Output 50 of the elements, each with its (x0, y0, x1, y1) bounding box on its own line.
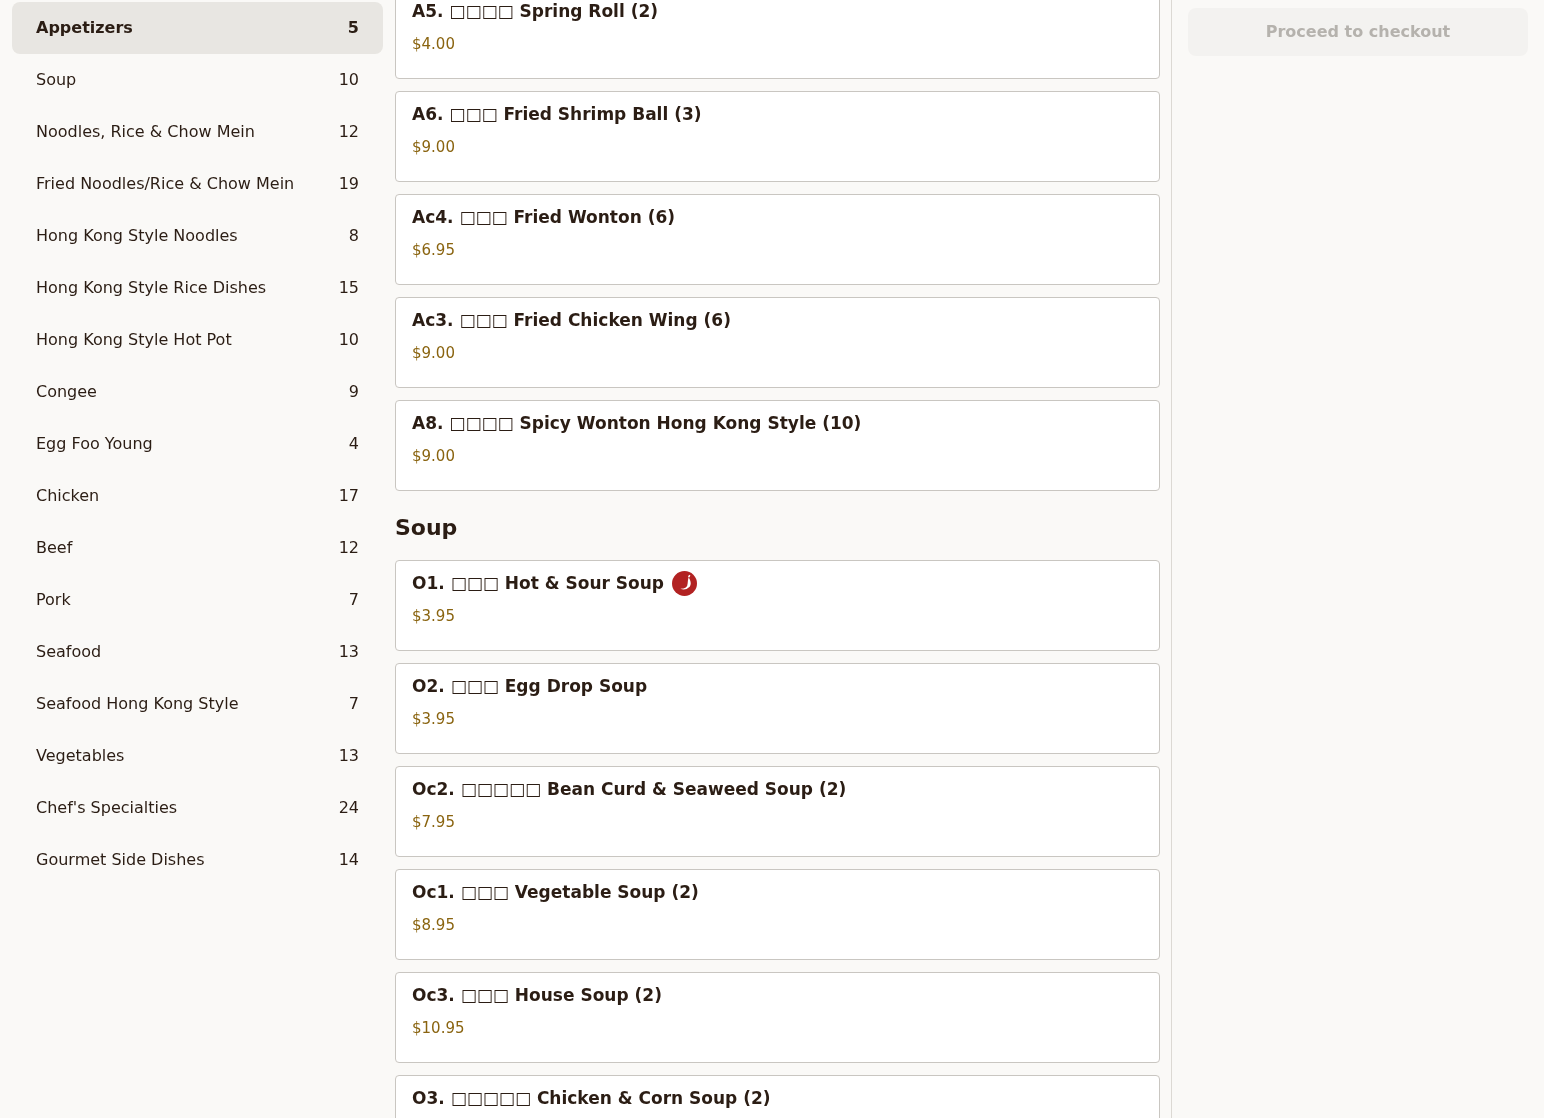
item-name: O2. □□□ Egg Drop Soup (412, 675, 648, 698)
menu-item-card[interactable]: A8. □□□□ Spicy Wonton Hong Kong Style (10) $9.00 (395, 400, 1160, 491)
category-item[interactable]: Appetizers 5 (12, 2, 383, 54)
item-name: A8. □□□□ Spicy Wonton Hong Kong Style (10) (412, 412, 862, 435)
category-item[interactable]: Hong Kong Style Rice Dishes 15 (12, 262, 383, 314)
category-item[interactable]: Soup 10 (12, 54, 383, 106)
item-price: $3.95 (412, 708, 456, 730)
menu-item-card[interactable]: Ac4. □□□ Fried Wonton (6) $6.95 (395, 194, 1160, 285)
category-item[interactable]: Chef's Specialties 24 (12, 782, 383, 834)
category-item[interactable]: Fried Noodles/Rice & Chow Mein 19 (12, 158, 383, 210)
item-name: O3. □□□□□ Chicken & Corn Soup (2) (412, 1087, 771, 1110)
category-item[interactable]: Vegetables 13 (12, 730, 383, 782)
category-item[interactable]: Seafood 13 (12, 626, 383, 678)
item-name: Oc2. □□□□□ Bean Curd & Seaweed Soup (2) (412, 778, 847, 801)
category-item[interactable]: Seafood Hong Kong Style 7 (12, 678, 383, 730)
item-price: $3.95 (412, 605, 456, 627)
category-item[interactable]: Hong Kong Style Hot Pot 10 (12, 314, 383, 366)
category-item[interactable]: Congee 9 (12, 366, 383, 418)
item-name: O1. □□□ Hot & Sour Soup (412, 572, 664, 595)
item-name: Ac4. □□□ Fried Wonton (6) (412, 206, 676, 229)
menu-item-card[interactable]: Oc2. □□□□□ Bean Curd & Seaweed Soup (2) $7.95 (395, 766, 1160, 857)
item-price: $10.95 (412, 1017, 466, 1039)
category-item[interactable]: Egg Foo Young 4 (12, 418, 383, 470)
item-price: $9.00 (412, 342, 456, 364)
item-price: $4.00 (412, 33, 456, 55)
category-item[interactable]: Chicken 17 (12, 470, 383, 522)
menu-item-card[interactable]: Ac3. □□□ Fried Chicken Wing (6) $9.00 (395, 297, 1160, 388)
item-name: A5. □□□□ Spring Roll (2) (412, 0, 659, 23)
category-item[interactable]: Beef 12 (12, 522, 383, 574)
section-title: Soup (395, 514, 459, 542)
menu-item-card[interactable]: Oc1. □□□ Vegetable Soup (2) $8.95 (395, 869, 1160, 960)
category-item[interactable]: Noodles, Rice & Chow Mein 12 (12, 106, 383, 158)
category-item[interactable]: Pork 7 (12, 574, 383, 626)
item-name: Oc3. □□□ House Soup (2) (412, 984, 662, 1007)
item-price: $6.95 (412, 239, 456, 261)
menu-item-card[interactable]: O1. □□□ Hot & Sour Soup $3.95 (395, 560, 1160, 651)
menu-item-card[interactable]: Oc3. □□□ House Soup (2) $10.95 (395, 972, 1160, 1063)
item-name: Oc1. □□□ Vegetable Soup (2) (412, 881, 699, 904)
menu-item-card[interactable]: A5. □□□□ Spring Roll (2) $4.00 (395, 0, 1160, 79)
item-name: Ac3. □□□ Fried Chicken Wing (6) (412, 309, 731, 332)
item-name: A6. □□□ Fried Shrimp Ball (3) (412, 103, 702, 126)
item-price: $8.95 (412, 914, 456, 936)
item-price: $7.95 (412, 811, 456, 833)
item-price: $9.00 (412, 445, 456, 467)
menu-item-card[interactable]: O2. □□□ Egg Drop Soup $3.95 (395, 663, 1160, 754)
category-item[interactable]: Hong Kong Style Noodles 8 (12, 210, 383, 262)
item-price: $9.00 (412, 136, 456, 158)
menu-item-card[interactable]: A6. □□□ Fried Shrimp Ball (3) $9.00 (395, 91, 1160, 182)
category-item[interactable]: Gourmet Side Dishes 14 (12, 834, 383, 886)
menu-item-card[interactable]: O3. □□□□□ Chicken & Corn Soup (2) (395, 1075, 1160, 1118)
